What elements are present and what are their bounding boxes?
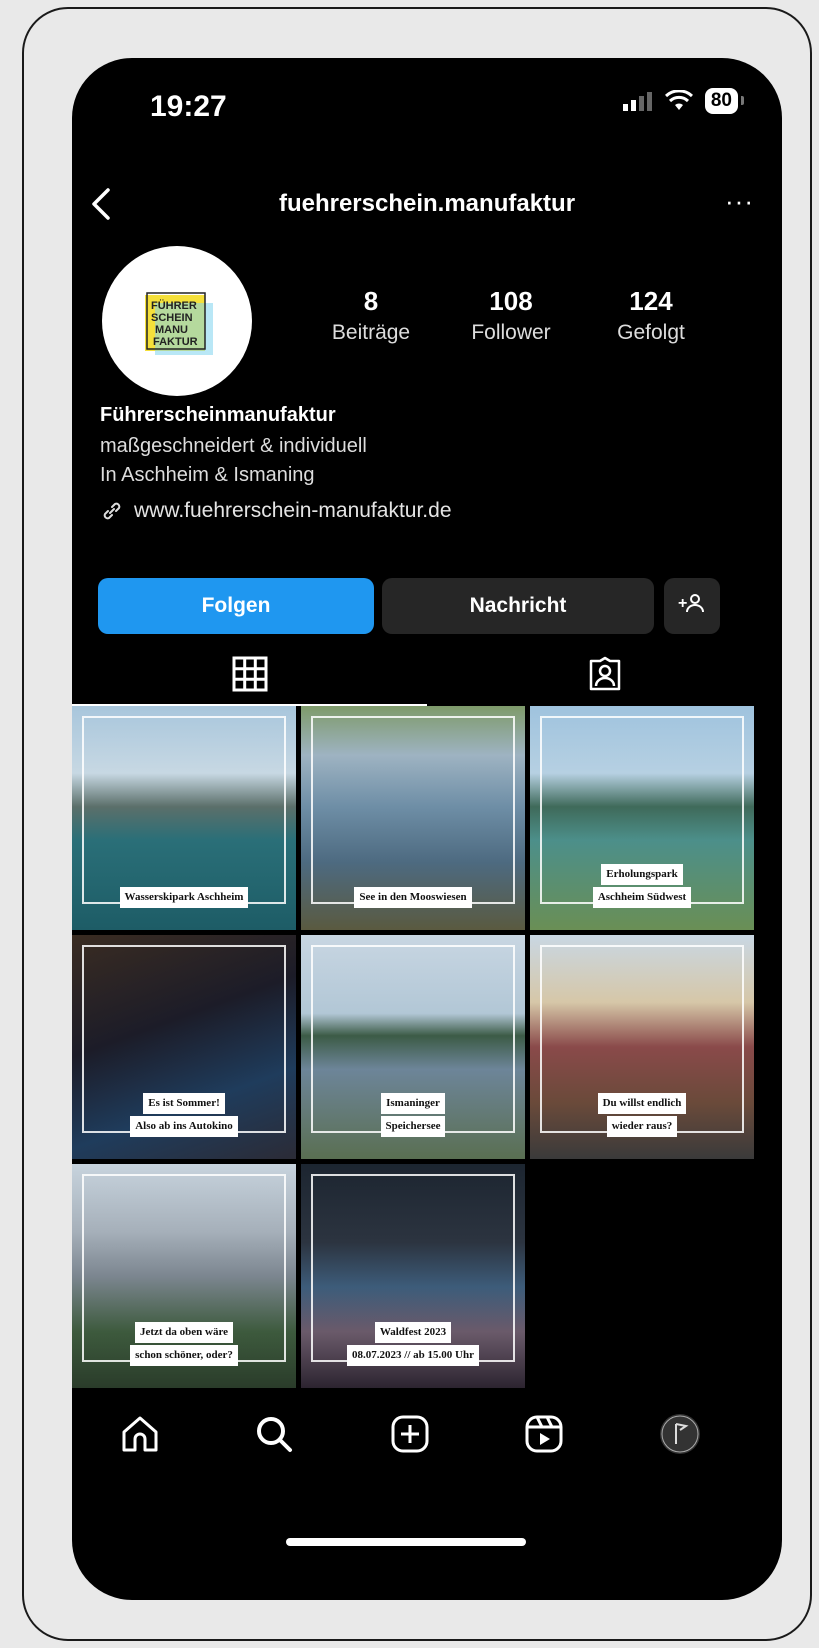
post-caption: Ismaninger Speichersee <box>301 1091 525 1137</box>
post-caption-line: Wasserskipark Aschheim <box>119 887 249 908</box>
more-options-icon[interactable]: ··· <box>725 186 754 217</box>
bio-line-1: maßgeschneidert & individuell <box>100 435 367 457</box>
post-caption-line: Du willst endlich <box>597 1093 687 1114</box>
post-caption-line: Also ab ins Autokino <box>130 1116 238 1137</box>
post-thumbnail[interactable]: Ismaninger Speichersee <box>301 935 525 1159</box>
post-thumbnail[interactable]: Erholungspark Aschheim Südwest <box>530 706 754 930</box>
status-time: 19:27 <box>150 90 227 123</box>
post-caption-line: wieder raus? <box>606 1116 678 1137</box>
post-caption-line: Speichersee <box>380 1116 446 1137</box>
post-caption-line: Waldfest 2023 <box>374 1322 452 1343</box>
post-frame <box>311 716 515 904</box>
bio: Führerscheinmanufaktur maßgeschneidert &… <box>100 404 760 523</box>
stat-posts: 8 Beiträge <box>331 286 411 344</box>
post-caption: Waldfest 2023 08.07.2023 // ab 15.00 Uhr <box>301 1320 525 1366</box>
logo-line-3: MANU <box>155 324 188 336</box>
home-indicator[interactable] <box>286 1538 526 1546</box>
wifi-icon <box>664 90 693 110</box>
post-thumbnail[interactable]: Wasserskipark Aschheim <box>72 706 296 930</box>
post-thumbnail[interactable]: See in den Mooswiesen <box>301 706 525 930</box>
post-caption: Jetzt da oben wäre schon schöner, oder? <box>72 1320 296 1366</box>
post-thumbnail[interactable]: Jetzt da oben wäre schon schöner, oder? <box>72 1164 296 1388</box>
profile-username: fuehrerschein.manufaktur <box>278 190 576 217</box>
post-caption-line: Ismaninger <box>381 1093 445 1114</box>
post-thumbnail[interactable]: Du willst endlich wieder raus? <box>530 935 754 1159</box>
avatar[interactable]: FÜHRER SCHEIN MANU FAKTUR <box>102 246 252 396</box>
post-caption-line: Aschheim Südwest <box>592 887 692 908</box>
bottom-navigation <box>72 1386 782 1476</box>
post-caption: Es ist Sommer! Also ab ins Autokino <box>72 1091 296 1137</box>
bio-line-2: In Aschheim & Ismaning <box>100 464 315 486</box>
post-thumbnail[interactable]: Es ist Sommer! Also ab ins Autokino <box>72 935 296 1159</box>
logo-line-4: FAKTUR <box>153 336 198 348</box>
post-caption: See in den Mooswiesen <box>301 885 525 908</box>
home-icon[interactable] <box>118 1412 162 1456</box>
signal-icon <box>622 92 652 111</box>
stat-followers[interactable]: 108 Follower <box>446 286 576 345</box>
phone-screen: 19:27 80 fuehrerschein.manufaktur ··· FÜ <box>72 58 782 1600</box>
follow-button[interactable]: Folgen <box>98 578 374 634</box>
tagged-icon <box>589 656 620 691</box>
logo-line-2: SCHEIN <box>151 312 193 324</box>
brand-logo: FÜHRER SCHEIN MANU FAKTUR <box>145 292 213 355</box>
search-icon[interactable] <box>252 1412 296 1456</box>
post-caption-line: Es ist Sommer! <box>143 1093 225 1114</box>
battery-icon: 80 <box>704 88 745 114</box>
website-link[interactable]: www.fuehrerschein-manufaktur.de <box>100 499 760 523</box>
add-user-icon: + <box>678 594 704 613</box>
post-caption-line: Jetzt da oben wäre <box>134 1322 234 1343</box>
post-caption: Du willst endlich wieder raus? <box>530 1091 754 1137</box>
post-caption-line: 08.07.2023 // ab 15.00 Uhr <box>347 1345 479 1366</box>
logo-line-1: FÜHRER <box>151 299 197 312</box>
post-caption: Erholungspark Aschheim Südwest <box>530 862 754 908</box>
bio-name: Führerscheinmanufaktur <box>100 404 336 426</box>
post-caption-line: schon schöner, oder? <box>130 1345 238 1366</box>
suggested-users-button[interactable]: + <box>664 578 720 634</box>
reels-icon[interactable] <box>522 1412 566 1456</box>
post-thumbnail[interactable]: Waldfest 2023 08.07.2023 // ab 15.00 Uhr <box>301 1164 525 1388</box>
status-bar: 19:27 80 <box>72 58 782 138</box>
post-caption-line: Erholungspark <box>601 864 683 885</box>
action-row: Folgen Nachricht + <box>98 578 752 634</box>
profile-tabs <box>72 648 782 706</box>
stat-following[interactable]: 124 Gefolgt <box>586 286 716 345</box>
create-icon[interactable] <box>388 1412 432 1456</box>
nav-header: fuehrerschein.manufaktur ··· <box>72 178 782 238</box>
tab-posts-grid[interactable] <box>72 648 427 706</box>
post-caption-line: See in den Mooswiesen <box>354 887 472 908</box>
link-icon <box>103 502 121 520</box>
svg-text:+: + <box>678 595 687 612</box>
profile-icon[interactable] <box>658 1412 702 1456</box>
tab-tagged[interactable] <box>427 648 782 700</box>
status-icons: 80 <box>622 88 745 114</box>
message-button[interactable]: Nachricht <box>382 578 654 634</box>
website-link-text: www.fuehrerschein-manufaktur.de <box>134 499 452 522</box>
post-frame <box>82 716 286 904</box>
grid-icon <box>232 656 267 692</box>
post-caption: Wasserskipark Aschheim <box>72 885 296 908</box>
